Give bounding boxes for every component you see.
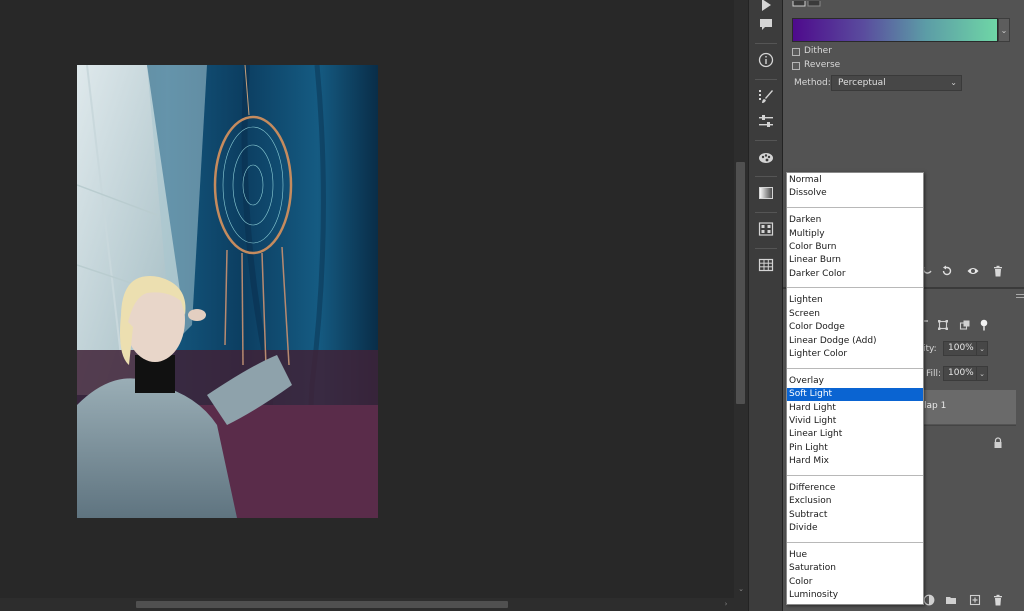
blend-mode-item[interactable]: Soft Light [787,388,923,402]
scroll-down-arrow-icon[interactable]: ⌄ [737,585,745,593]
blend-mode-item[interactable]: Color [787,576,923,589]
fill-label: Fill: [926,369,942,379]
delete-layer-trash-icon[interactable] [989,591,1007,609]
blend-mode-item[interactable]: Subtract [787,509,923,522]
tool-separator [755,140,777,141]
scroll-right-arrow-icon[interactable]: › [722,600,730,609]
dither-checkbox[interactable] [792,48,800,56]
blend-mode-item[interactable]: Darker Color [787,268,923,281]
dither-label: Dither [804,46,832,56]
blend-menu-separator [787,474,923,476]
blend-mode-item[interactable]: Hue [787,549,923,562]
tool-separator [755,43,777,44]
method-select[interactable]: Perceptual ⌄ [831,75,962,91]
method-select-value: Perceptual [838,78,886,88]
fill-dropdown-chevron-icon[interactable]: ⌄ [976,366,988,381]
blend-mode-item[interactable]: Screen [787,308,923,321]
blend-mode-item[interactable]: Lighten [787,294,923,307]
gradient-picker-dropdown[interactable]: ⌄ [998,18,1010,42]
layers-footer-icons [918,592,1018,608]
panel-tool-strip [748,0,783,611]
blend-mode-item[interactable]: Lighter Color [787,348,923,361]
blend-mode-item[interactable]: Vivid Light [787,415,923,428]
layer-filter-icons [918,316,1018,332]
document-photo [77,65,378,518]
panel-menu-icon[interactable] [1016,294,1024,298]
blend-menu-separator [787,287,923,289]
method-label: Method: [794,78,831,88]
tool-separator [755,176,777,177]
blend-mode-item[interactable]: Color Burn [787,241,923,254]
blend-menu-separator [787,367,923,369]
blend-mode-item[interactable]: Hard Mix [787,455,923,468]
gradient-icon[interactable] [755,182,777,204]
reverse-checkbox[interactable] [792,62,800,70]
folder-icon[interactable] [942,591,960,609]
blend-mode-item[interactable]: Pin Light [787,442,923,455]
lock-icon [992,437,1004,449]
comment-icon[interactable] [755,13,777,35]
blend-mode-item[interactable]: Color Dodge [787,321,923,334]
blend-mode-item[interactable]: Luminosity [787,589,923,602]
palette-icon[interactable] [755,146,777,168]
blend-mode-item[interactable]: Darken [787,214,923,227]
blend-mode-item[interactable]: Exclusion [787,495,923,508]
tool-separator [755,248,777,249]
blend-mode-item[interactable]: Saturation [787,562,923,575]
new-layer-icon[interactable] [966,591,984,609]
layer-name: lap 1 [924,401,947,411]
vertical-scrollbar-thumb[interactable] [736,162,745,404]
visibility-eye-icon[interactable] [964,262,982,280]
blend-mode-item[interactable]: Dissolve [787,187,923,200]
reset-icon[interactable] [938,262,956,280]
horizontal-scrollbar-thumb[interactable] [136,601,508,608]
chevron-down-icon: ⌄ [950,78,957,87]
adjustments-icon[interactable] [755,110,777,132]
trash-icon[interactable] [989,262,1007,280]
table-icon[interactable] [755,254,777,276]
blend-mode-menu: Normal Dissolve Darken Multiply Color Burn Li… [786,172,924,605]
blend-menu-separator [787,206,923,208]
tool-separator [755,212,777,213]
properties-footer-icons [918,262,1018,280]
blend-mode-item[interactable]: Overlay [787,375,923,388]
smart-object-icon[interactable] [956,316,974,334]
filter-toggle-icon[interactable] [975,316,993,334]
tool-separator [755,79,777,80]
blend-menu-separator [787,541,923,543]
blend-mode-item[interactable]: Hard Light [787,402,923,415]
blend-mode-item[interactable]: Linear Burn [787,254,923,267]
photo-image [77,65,378,518]
gradient-preview-bar[interactable] [792,18,998,42]
blend-mode-item[interactable]: Difference [787,482,923,495]
gradient-swatch-tabs[interactable] [792,0,822,7]
brush-presets-icon[interactable] [755,85,777,107]
chevron-down-icon: ⌄ [1000,25,1008,35]
blend-mode-item[interactable]: Linear Light [787,428,923,441]
opacity-dropdown-chevron-icon[interactable]: ⌄ [976,341,988,356]
blend-mode-item[interactable]: Multiply [787,228,923,241]
blend-mode-item[interactable]: Normal [787,174,923,187]
blend-mode-item[interactable]: Linear Dodge (Add) [787,335,923,348]
document-canvas[interactable] [0,0,734,598]
artboard-icon[interactable] [934,316,952,334]
swatches-icon[interactable] [755,218,777,240]
reverse-label: Reverse [804,60,841,70]
info-icon[interactable] [755,49,777,71]
blend-mode-item[interactable]: Divide [787,522,923,535]
